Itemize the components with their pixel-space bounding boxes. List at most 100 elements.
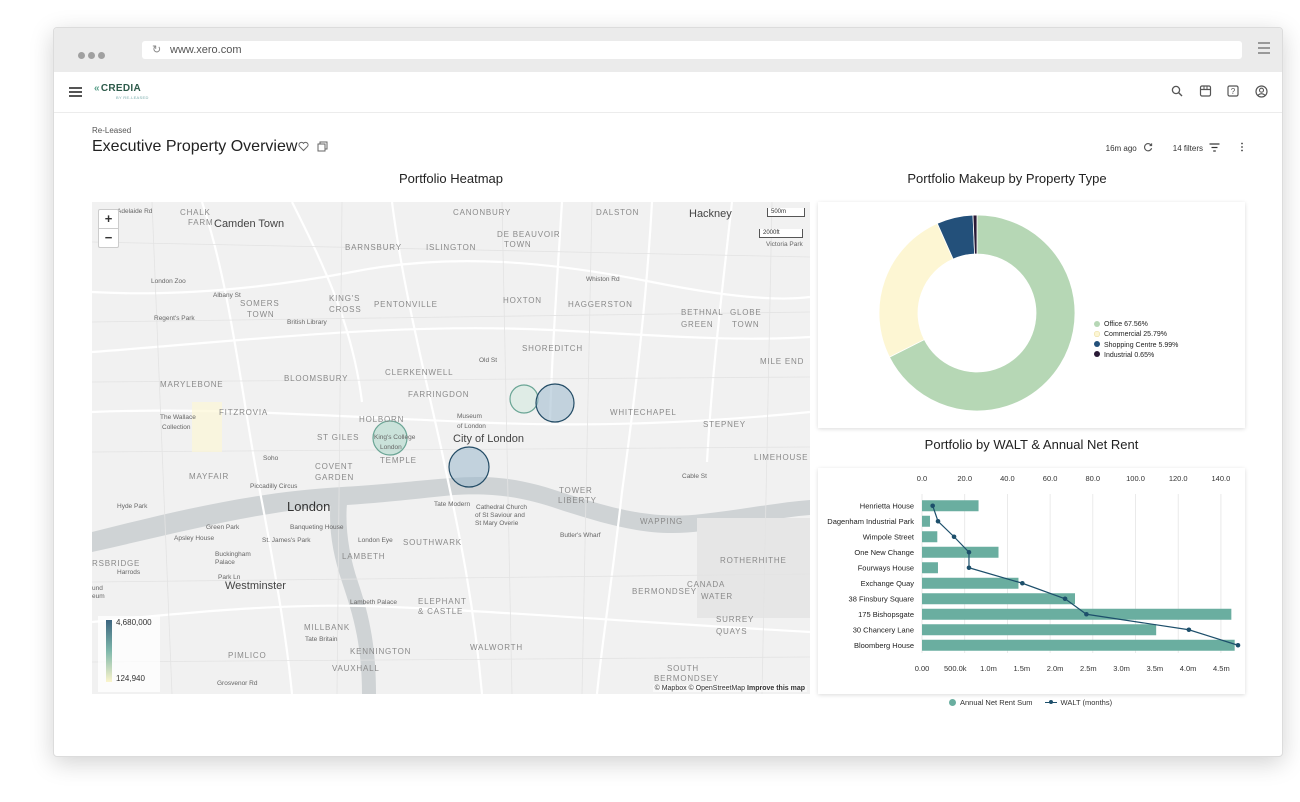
map-place-label: FARRINGDON (408, 390, 470, 399)
top-axis-tick-label: 20.0 (957, 474, 972, 483)
map-place-label: St Mary Overie (475, 520, 519, 527)
attribution-text: © Mapbox © OpenStreetMap (654, 685, 746, 692)
map-place-label: FARM (188, 218, 214, 227)
map-place-label: Piccadilly Circus (250, 483, 298, 490)
donut-slice[interactable] (878, 222, 954, 358)
map-place-label: DE BEAUVOIR (497, 230, 561, 239)
walt-point[interactable] (930, 503, 935, 509)
legend-item-rent[interactable]: Annual Net Rent Sum (949, 698, 1033, 707)
map-place-label: Albany St (213, 292, 241, 299)
walt-point[interactable] (1020, 580, 1025, 586)
bar[interactable] (922, 639, 1235, 651)
walt-point[interactable] (951, 534, 957, 540)
property-marker[interactable] (448, 446, 490, 488)
bar[interactable] (922, 608, 1232, 620)
map-place-label: CROSS (329, 305, 362, 314)
donut-legend-item[interactable]: Industrial 0.65% (1094, 351, 1178, 361)
improve-map-link[interactable]: Improve this map (747, 685, 805, 692)
walt-point[interactable] (966, 565, 972, 571)
search-icon[interactable] (1170, 84, 1184, 98)
legend-swatch (1094, 320, 1100, 327)
bar[interactable] (922, 515, 930, 527)
copy-icon[interactable] (317, 139, 328, 157)
refresh-icon[interactable] (1143, 142, 1153, 154)
property-marker[interactable] (509, 384, 539, 414)
filters-count[interactable]: 14 filters (1173, 144, 1203, 153)
window-controls[interactable] (78, 46, 108, 64)
walt-point[interactable] (1084, 611, 1089, 617)
bar[interactable] (922, 624, 1157, 636)
donut-title: Portfolio Makeup by Property Type (907, 171, 1107, 186)
map-place-label: Cathedral Church (476, 504, 527, 511)
map-place-label: Palace (215, 559, 235, 566)
map-place-label: und (92, 585, 103, 592)
map-place-label: GLOBE (730, 308, 762, 317)
map-place-label: BETHNAL (681, 308, 724, 317)
map-place-label: WALWORTH (470, 643, 523, 652)
legend-walt-label: WALT (months) (1060, 698, 1113, 707)
map-place-label: CANONBURY (453, 208, 512, 217)
breadcrumb[interactable]: Re-Leased (92, 126, 131, 135)
zoom-out-button[interactable]: − (99, 229, 118, 247)
bottom-axis-tick-label: 2.0m (1047, 664, 1064, 673)
map-place-label: eum (92, 593, 105, 600)
donut-legend-item[interactable]: Office 67.56% (1094, 320, 1178, 330)
heat-legend-max: 4,680,000 (116, 618, 152, 627)
map-place-label: TOWER (559, 486, 593, 495)
map-place-label: BERMONDSEY (654, 674, 719, 683)
top-axis-tick-label: 0.0 (917, 474, 927, 483)
heart-icon[interactable] (298, 139, 309, 157)
bar-chart[interactable]: 0.0 20.0 40.0 60.0 80.0 100.0 120.0 140.0 0.00 50… (818, 468, 1245, 694)
zoom-in-button[interactable]: + (99, 210, 118, 229)
bar[interactable] (922, 577, 1019, 589)
bar[interactable] (922, 593, 1076, 605)
map-place-label: Green Park (206, 524, 240, 531)
legend-item-walt[interactable]: WALT (months) (1044, 698, 1113, 707)
legend-label: Office 67.56% (1104, 321, 1148, 328)
map-place-label: GARDEN (315, 473, 355, 482)
category-label: Bloomberg House (854, 641, 914, 650)
map-place-label: Adelaide Rd (117, 208, 153, 215)
legend-label: Industrial 0.65% (1104, 351, 1155, 359)
category-label: Dagenham Industrial Park (827, 517, 914, 526)
logo-sub: BY RE-LEASED (116, 95, 149, 100)
walt-point[interactable] (935, 518, 941, 524)
account-icon[interactable] (1254, 84, 1268, 98)
walt-point[interactable] (966, 549, 972, 555)
map-place-label: Regent's Park (154, 315, 195, 322)
help-icon[interactable]: ? (1226, 84, 1240, 98)
map-place-label: TOWN (247, 310, 275, 319)
donut-legend-item[interactable]: Commercial 25.79% (1094, 330, 1178, 340)
map-place-label: FITZROVIA (219, 408, 268, 417)
map-place-label: WAPPING (640, 517, 684, 526)
bar[interactable] (922, 546, 999, 558)
more-vert-icon[interactable] (1240, 142, 1244, 154)
map[interactable]: Camden Town CANONBURY DALSTON Hackney BARNSB… (92, 202, 810, 694)
hamburger-menu-icon[interactable] (69, 87, 82, 99)
reload-icon[interactable]: ↻ (152, 43, 161, 56)
browser-menu-icon[interactable] (1258, 42, 1270, 57)
property-marker[interactable] (535, 383, 575, 423)
walt-point[interactable] (1186, 627, 1192, 633)
map-place-label: Lambeth Palace (350, 599, 397, 606)
map-place-label: KENNINGTON (350, 647, 412, 656)
map-canvas[interactable] (92, 202, 810, 694)
donut-legend-item[interactable]: Shopping Centre 5.99% (1094, 341, 1178, 351)
walt-point[interactable] (1235, 642, 1241, 648)
map-place-label: SOMERS (240, 299, 280, 308)
donut-legend: Office 67.56% Commercial 25.79% Shopping C… (1094, 320, 1178, 361)
scale-metric: 500m (767, 208, 805, 217)
map-place-label: MILLBANK (304, 623, 350, 632)
donut-chart[interactable] (818, 202, 1245, 428)
address-bar[interactable]: ↻ www.xero.com (142, 41, 1242, 59)
map-place-label: Apsley House (174, 535, 215, 542)
store-icon[interactable] (1198, 84, 1212, 98)
walt-point[interactable] (1062, 596, 1068, 602)
map-place-label: TOWN (504, 240, 532, 249)
bar[interactable] (922, 531, 938, 543)
map-place-label: LAMBETH (342, 552, 386, 561)
zoom-control[interactable]: + − (98, 209, 119, 248)
bar[interactable] (922, 562, 938, 574)
filter-icon[interactable] (1209, 142, 1220, 154)
logo[interactable]: «CREDIA BY RE-LEASED (94, 83, 149, 100)
